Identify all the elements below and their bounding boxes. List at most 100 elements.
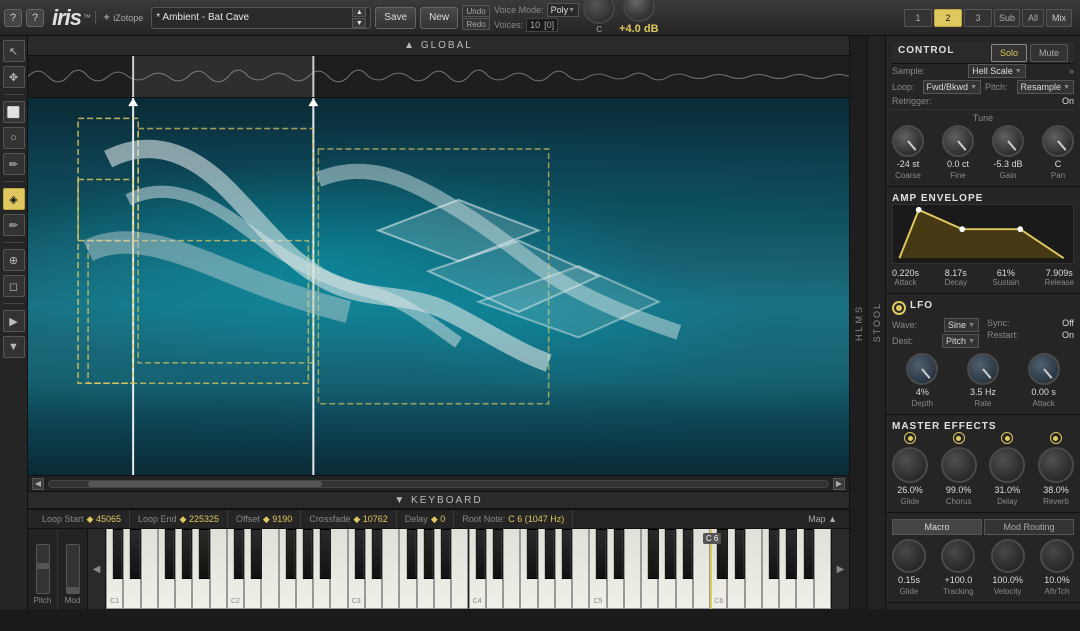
black-key-Gs2[interactable] xyxy=(303,529,313,579)
black-key-Fs1[interactable] xyxy=(165,529,175,579)
black-key-As4[interactable] xyxy=(562,529,572,579)
preset-down-arrow[interactable]: ▼ xyxy=(352,18,366,28)
preset-dropdown[interactable]: * Ambient - Bat Cave ▲ ▼ xyxy=(151,7,371,29)
pan-knob[interactable] xyxy=(1042,125,1074,157)
pitch-dropdown[interactable]: Resample ▼ xyxy=(1017,80,1074,94)
black-key-Cs3[interactable] xyxy=(355,529,365,579)
track-tab-1[interactable]: 1 xyxy=(904,9,932,27)
sample-browse[interactable]: » xyxy=(1069,66,1074,76)
sample-dropdown[interactable]: Hell Scale ▼ xyxy=(968,64,1025,78)
mod-slider[interactable] xyxy=(66,544,80,594)
black-key-Fs3[interactable] xyxy=(406,529,416,579)
lfo-dest-dropdown[interactable]: Pitch ▼ xyxy=(942,334,979,348)
glide-knob[interactable] xyxy=(892,447,928,483)
gain-knob[interactable] xyxy=(623,0,655,22)
fine-knob[interactable] xyxy=(942,125,974,157)
mod-routing-tab[interactable]: Mod Routing xyxy=(984,519,1074,535)
black-key-As2[interactable] xyxy=(320,529,330,579)
tool-zoom[interactable]: ⊕ xyxy=(3,249,25,271)
track-tab-3[interactable]: 3 xyxy=(964,9,992,27)
tool-select[interactable]: ⬜ xyxy=(3,101,25,123)
tool-play[interactable]: ▶ xyxy=(3,310,25,332)
tool-active[interactable]: ◈ xyxy=(3,188,25,210)
note-knob[interactable] xyxy=(583,0,615,24)
pitch-slider[interactable] xyxy=(36,544,50,594)
save-button[interactable]: Save xyxy=(375,7,416,29)
voice-mode-dropdown[interactable]: Poly ▼ xyxy=(547,3,579,17)
preset-up-arrow[interactable]: ▲ xyxy=(352,7,366,17)
loop-dropdown[interactable]: Fwd/Bkwd ▼ xyxy=(923,80,981,94)
black-key-Ds3[interactable] xyxy=(372,529,382,579)
black-key-Fs2[interactable] xyxy=(286,529,296,579)
black-key-As3[interactable] xyxy=(441,529,451,579)
black-key-Ds5[interactable] xyxy=(614,529,624,579)
track-tab-all[interactable]: All xyxy=(1022,9,1044,27)
black-key-Ds6[interactable] xyxy=(734,529,744,579)
black-key-Cs4[interactable] xyxy=(475,529,485,579)
macro-tracking-knob[interactable] xyxy=(941,539,975,573)
tool-eraser[interactable]: ◻ xyxy=(3,275,25,297)
lfo-depth-knob[interactable] xyxy=(906,353,938,385)
black-key-As5[interactable] xyxy=(683,529,693,579)
black-key-Gs4[interactable] xyxy=(544,529,554,579)
chorus-power[interactable] xyxy=(953,432,965,444)
black-key-As1[interactable] xyxy=(199,529,209,579)
track-tab-2[interactable]: 2 xyxy=(934,9,962,27)
black-key-Ds1[interactable] xyxy=(130,529,140,579)
scroll-thumb[interactable] xyxy=(88,481,322,487)
reverb-knob[interactable] xyxy=(1038,447,1074,483)
redo-button[interactable]: Redo xyxy=(462,18,490,30)
black-key-Cs1[interactable] xyxy=(113,529,123,579)
black-key-Ds4[interactable] xyxy=(493,529,503,579)
macro-glide-knob[interactable] xyxy=(892,539,926,573)
tool-pencil[interactable]: ✏ xyxy=(3,214,25,236)
tool-lasso[interactable]: ○ xyxy=(3,127,25,149)
keyboard-nav-left[interactable]: ◀ xyxy=(88,529,106,609)
macro-velocity-knob[interactable] xyxy=(991,539,1025,573)
black-key-Fs5[interactable] xyxy=(648,529,658,579)
coarse-knob[interactable] xyxy=(892,125,924,157)
lfo-wave-dropdown[interactable]: Sine ▼ xyxy=(944,318,979,332)
scroll-track[interactable] xyxy=(48,480,829,488)
amp-env-graph[interactable] xyxy=(892,204,1074,264)
black-key-Gs6[interactable] xyxy=(786,529,796,579)
macro-tab[interactable]: Macro xyxy=(892,519,982,535)
black-key-Cs2[interactable] xyxy=(234,529,244,579)
black-key-Fs4[interactable] xyxy=(527,529,537,579)
black-key-Gs5[interactable] xyxy=(665,529,675,579)
tool-brush[interactable]: ✏ xyxy=(3,153,25,175)
black-key-Fs6[interactable] xyxy=(769,529,779,579)
tool-cursor[interactable]: ↖ xyxy=(3,40,25,62)
macro-aftertouch-knob[interactable] xyxy=(1040,539,1074,573)
black-key-Gs3[interactable] xyxy=(424,529,434,579)
tool-down[interactable]: ▼ xyxy=(3,336,25,358)
gain-tune-knob[interactable] xyxy=(992,125,1024,157)
scroll-left-arrow[interactable]: ◀ xyxy=(32,478,44,490)
solo-button[interactable]: Solo xyxy=(991,44,1027,62)
map-button[interactable]: Map ▲ xyxy=(802,514,843,524)
lfo-rate-knob[interactable] xyxy=(967,353,999,385)
waveform-area[interactable] xyxy=(28,56,849,98)
chorus-knob[interactable] xyxy=(941,447,977,483)
spectrogram-area[interactable] xyxy=(28,98,849,475)
reverb-power[interactable] xyxy=(1050,432,1062,444)
lfo-attack-knob[interactable] xyxy=(1028,353,1060,385)
delay-power[interactable] xyxy=(1001,432,1013,444)
black-key-Ds2[interactable] xyxy=(251,529,261,579)
undo-button[interactable]: Undo xyxy=(462,5,490,17)
black-key-As6[interactable] xyxy=(803,529,813,579)
question-button[interactable]: ? xyxy=(26,9,44,27)
scroll-right-arrow[interactable]: ▶ xyxy=(833,478,845,490)
track-tab-sub[interactable]: Sub xyxy=(994,9,1020,27)
lfo-power-button[interactable] xyxy=(892,301,906,315)
track-tab-mix[interactable]: Mix xyxy=(1046,9,1072,27)
black-key-Cs5[interactable] xyxy=(596,529,606,579)
mute-button[interactable]: Mute xyxy=(1030,44,1068,62)
tool-hand[interactable]: ✥ xyxy=(3,66,25,88)
help-button[interactable]: ? xyxy=(4,9,22,27)
delay-knob[interactable] xyxy=(989,447,1025,483)
keyboard-nav-right[interactable]: ▶ xyxy=(831,529,849,609)
new-button[interactable]: New xyxy=(420,7,458,29)
black-key-Gs1[interactable] xyxy=(182,529,192,579)
glide-power[interactable] xyxy=(904,432,916,444)
